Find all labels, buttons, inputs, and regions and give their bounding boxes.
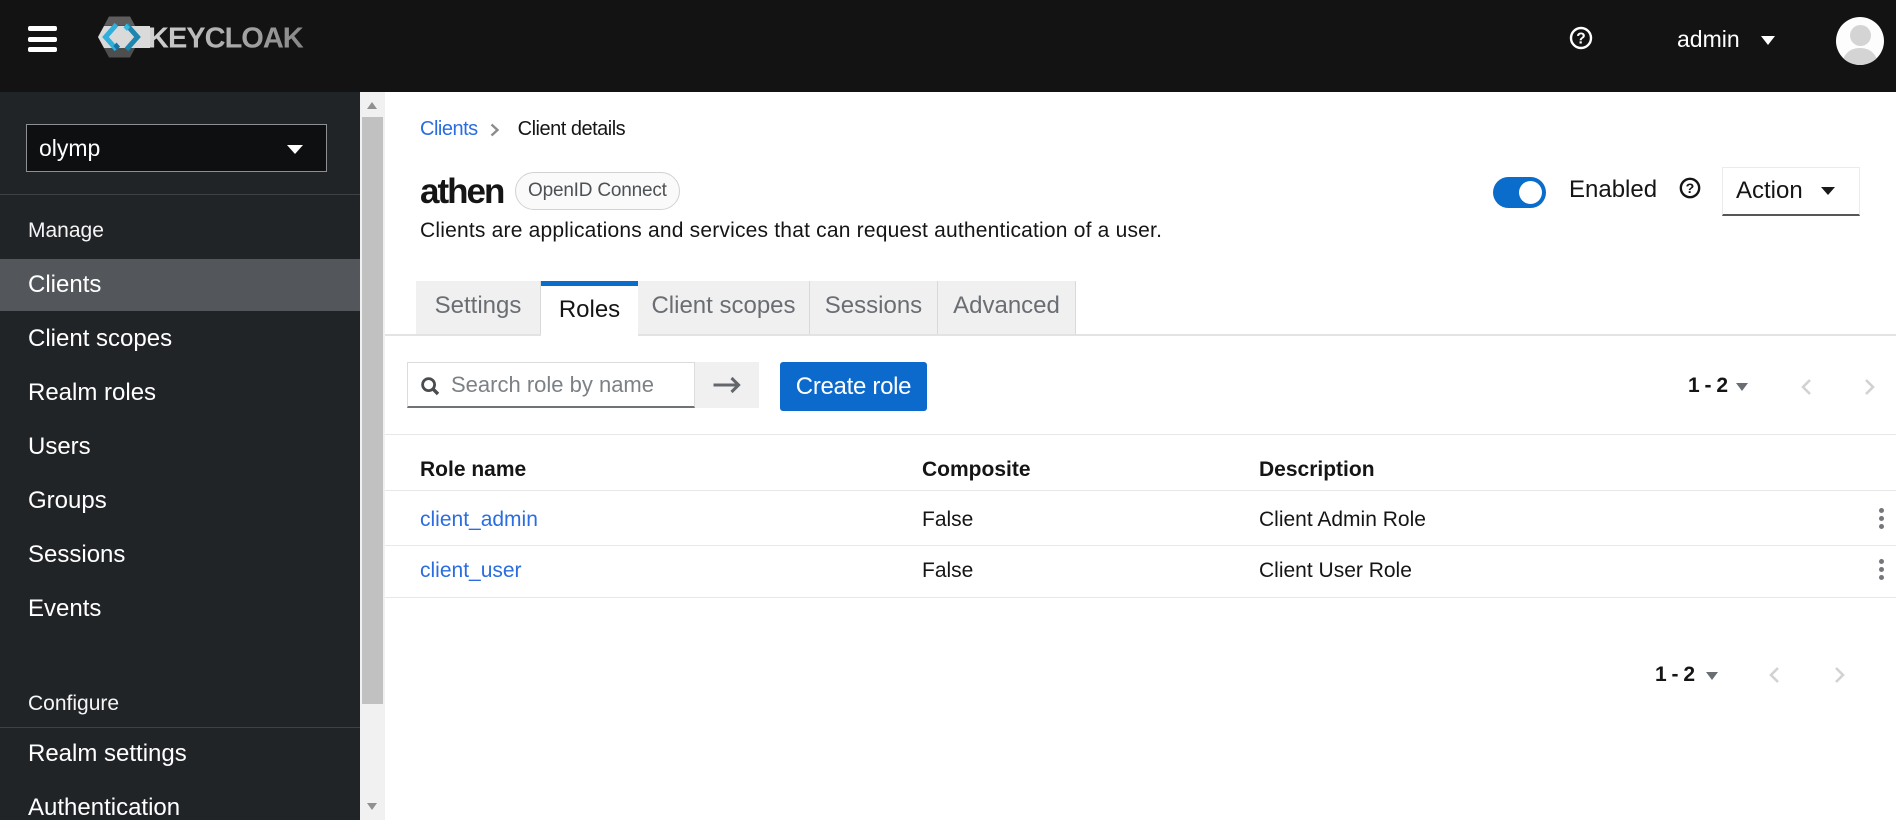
svg-text:?: ?	[1686, 181, 1695, 197]
svg-text:KEYCLOAK: KEYCLOAK	[148, 23, 304, 55]
svg-text:?: ?	[1576, 31, 1585, 48]
